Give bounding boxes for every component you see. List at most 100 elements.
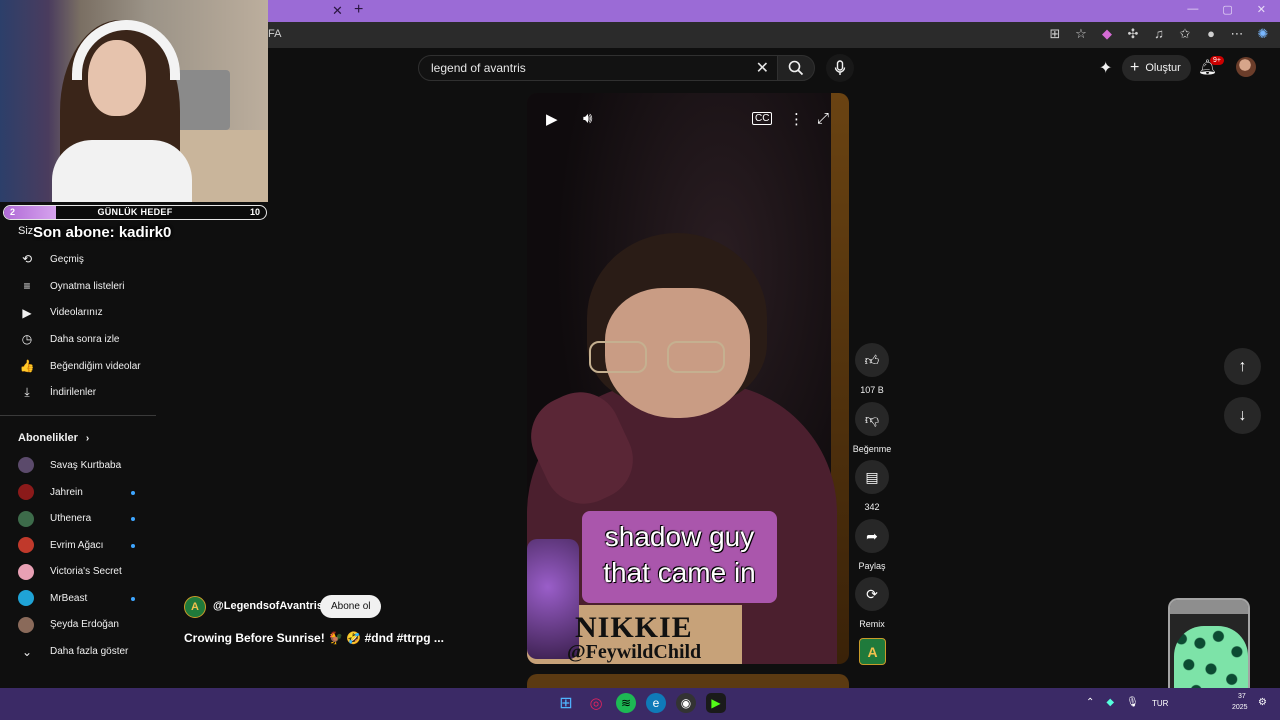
daily-goal-bar: 2 GÜNLÜK HEDEF 10 <box>3 205 267 220</box>
streamer-shirt <box>52 140 192 202</box>
remix-icon: ⟳ <box>855 577 889 611</box>
last-subscriber: Son abone: kadirk0 <box>33 224 172 241</box>
app-ring-icon[interactable]: ◎ <box>586 693 606 713</box>
start-icon[interactable]: ⊞ <box>556 693 576 713</box>
channel-handle[interactable]: @LegendsofAvantris <box>213 600 323 612</box>
edge-icon[interactable]: e <box>646 693 666 713</box>
next-short-preview[interactable] <box>527 674 849 688</box>
sidebar-item[interactable]: ≡ Oynatma listeleri <box>0 273 156 300</box>
captions-icon[interactable]: CC <box>752 112 773 125</box>
tray-mic-icon[interactable]: 🎙︎ <box>1126 697 1139 708</box>
comments-button[interactable]: ▤ 342 <box>852 460 892 512</box>
show-more-label: Daha fazla göster <box>50 646 129 658</box>
channel-avatar[interactable]: A <box>184 596 206 618</box>
subscription-label: Victoria's Secret <box>50 566 122 578</box>
profile-icon[interactable]: ● <box>1204 26 1218 42</box>
subscription-item[interactable]: Evrim Ağacı <box>0 532 156 559</box>
window-controls: — ▢ ✕ <box>1187 3 1266 16</box>
notification-badge: 9+ <box>1210 56 1224 65</box>
copilot-icon[interactable]: ✺ <box>1256 26 1270 42</box>
star-icon[interactable]: ☆ <box>1074 26 1088 42</box>
clock-date[interactable]: 2025 <box>1232 704 1248 711</box>
caption-box: shadow guy that came in <box>582 511 777 603</box>
tray-chevron-icon[interactable]: ⌃ <box>1086 697 1094 708</box>
voice-search-button[interactable] <box>826 54 854 82</box>
account-avatar[interactable] <box>1236 57 1256 77</box>
search-input[interactable]: legend of avantris ✕ <box>418 55 778 81</box>
history-icon: ⟲ <box>21 252 33 267</box>
channel-avatar <box>18 484 34 501</box>
sidebar-item[interactable]: ▶ Videolarınız <box>0 299 156 326</box>
sidebar-item[interactable]: 👍 Beğendiğim videolar <box>0 353 156 380</box>
previous-short-button[interactable]: ↑ <box>1224 348 1261 385</box>
notification-center-icon[interactable]: ⚙ <box>1258 697 1267 708</box>
subscriptions-header[interactable]: Abonelikler › <box>0 428 156 448</box>
subscriptions-title: Abonelikler <box>18 432 78 445</box>
input-language[interactable]: TUR <box>1152 699 1168 708</box>
subscription-item[interactable]: Victoria's Secret <box>0 559 156 586</box>
dislike-button[interactable]: 👎︎ Beğenme <box>852 402 892 454</box>
sidebar-item[interactable]: ◷ Daha sonra izle <box>0 326 156 353</box>
subscription-item[interactable]: Şeyda Erdoğan <box>0 612 156 639</box>
caption-line-2: that came in <box>603 557 756 588</box>
search-query: legend of avantris <box>431 61 526 75</box>
clock-time[interactable]: 37 <box>1238 693 1246 700</box>
fullscreen-icon[interactable]: ⤢ <box>817 110 829 127</box>
obs-icon[interactable]: ◉ <box>676 693 696 713</box>
new-tab-button[interactable]: + <box>354 1 363 19</box>
kick-icon[interactable]: ▶ <box>706 693 726 713</box>
subscription-item[interactable]: MrBeast <box>0 585 156 612</box>
extension-icon[interactable]: ◆ <box>1100 26 1114 42</box>
create-label: Oluştur <box>1145 62 1181 74</box>
tray-app-icon[interactable]: ◆ <box>1106 697 1114 708</box>
share-button[interactable]: ➦ Paylaş <box>852 519 892 571</box>
spotify-icon[interactable]: ≋ <box>616 693 636 713</box>
sidebar-item-label: Beğendiğim videolar <box>50 360 141 372</box>
subscription-item[interactable]: Jahrein <box>0 479 156 506</box>
subscription-item[interactable]: Uthenera <box>0 505 156 532</box>
more-icon[interactable]: ⋯ <box>1230 26 1244 42</box>
search-button[interactable] <box>777 55 815 81</box>
share-icon: ➦ <box>855 519 889 553</box>
new-content-dot <box>131 517 135 522</box>
puzzle-icon[interactable]: ✣ <box>1126 26 1140 42</box>
subscribe-button[interactable]: Abone ol <box>320 595 382 618</box>
thumbs-down-icon: 👎︎ <box>855 402 889 436</box>
close-window-icon[interactable]: ✕ <box>1257 3 1266 16</box>
url-text[interactable]: FA <box>268 28 281 40</box>
your-videos-icon: ▶ <box>22 305 32 320</box>
show-more-button[interactable]: ⌄ Daha fazla göster <box>0 638 156 665</box>
next-short-button[interactable]: ↓ <box>1224 397 1261 434</box>
favorites-icon[interactable]: ✩ <box>1178 26 1192 42</box>
streamer-webcam <box>0 0 268 202</box>
maximize-icon[interactable]: ▢ <box>1222 3 1232 16</box>
sound-thumbnail[interactable]: A <box>859 638 886 665</box>
play-icon[interactable]: ▶ <box>546 110 558 128</box>
studio-icon[interactable]: ✦ <box>1099 58 1112 78</box>
new-content-dot <box>131 543 135 548</box>
like-button[interactable]: 👍︎ 107 B <box>852 343 892 395</box>
sidebar-item[interactable]: ⤓ İndirilenler <box>0 379 156 406</box>
subscription-label: Şeyda Erdoğan <box>50 619 119 631</box>
tab-close-icon[interactable]: ✕ <box>332 3 343 19</box>
remix-button[interactable]: ⟳ Remix <box>852 577 892 629</box>
sidebar-item[interactable]: ⟲ Geçmiş <box>0 246 156 273</box>
volume-icon[interactable]: 🔊︎ <box>583 110 592 127</box>
minimize-icon[interactable]: — <box>1187 3 1198 16</box>
subscription-item[interactable]: Savaş Kurtbaba <box>0 452 156 479</box>
channel-avatar <box>18 616 34 633</box>
clear-search-icon[interactable]: ✕ <box>756 58 769 78</box>
create-button[interactable]: + Oluştur <box>1122 55 1191 81</box>
jar-lid <box>1170 600 1248 614</box>
shorts-video-player[interactable]: shadow guy that came in NIKKIE @FeywildC… <box>527 93 849 664</box>
sidebar-item-label: Videolarınız <box>50 307 103 319</box>
screen: ✕ + — ▢ ✕ FA ⊞ ☆ ◆ ✣ ♫ ✩ ● ⋯ ✺ legend of… <box>0 0 1280 720</box>
subscription-label: Savaş Kurtbaba <box>50 459 122 471</box>
split-screen-icon[interactable]: ⊞ <box>1048 26 1062 42</box>
subscription-label: Uthenera <box>50 513 92 525</box>
sidebar-item-label: Geçmiş <box>50 253 84 265</box>
browser-toolbar: ⊞ ☆ ◆ ✣ ♫ ✩ ● ⋯ ✺ <box>1048 26 1270 42</box>
media-icon[interactable]: ♫ <box>1152 26 1166 42</box>
more-options-icon[interactable]: ⋮ <box>789 110 804 128</box>
video-title[interactable]: Crowing Before Sunrise! 🐓 🤣 #dnd #ttrpg … <box>184 631 444 645</box>
